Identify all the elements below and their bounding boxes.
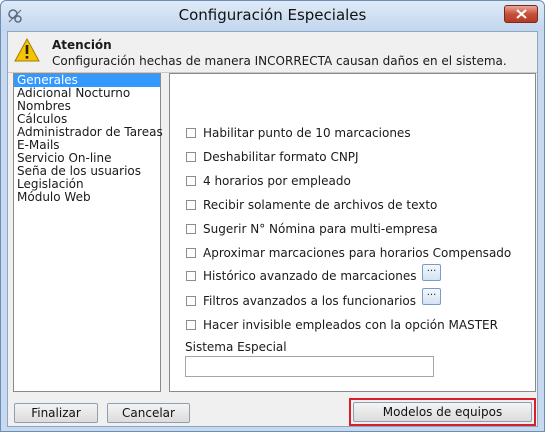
close-button[interactable] (504, 5, 538, 23)
option-sugerir-nomina[interactable]: Sugerir N° Nómina para multi-empresa (186, 221, 438, 237)
checkbox[interactable] (186, 152, 196, 162)
checkbox[interactable] (186, 224, 196, 234)
option-label: Filtros avanzados a los funcionarios (203, 294, 417, 308)
option-label: Sugerir N° Nómina para multi-empresa (203, 222, 438, 236)
option-label: Histórico avanzado de marcaciones (203, 269, 417, 283)
option-label: 4 horarios por empleado (203, 174, 351, 188)
option-label: Deshabilitar formato CNPJ (203, 150, 359, 164)
sistema-especial-label: Sistema Especial (185, 340, 287, 354)
option-label: Recibir solamente de archivos de texto (203, 198, 438, 212)
sistema-especial-input[interactable] (185, 356, 434, 377)
option-filtros-avanzados[interactable]: Filtros avanzados a los funcionarios (186, 293, 416, 309)
category-item-modulo-web[interactable]: Módulo Web (14, 191, 160, 204)
cancel-button[interactable]: Cancelar (107, 403, 190, 423)
option-deshabilitar-cnpj[interactable]: Deshabilitar formato CNPJ (186, 149, 359, 165)
checkbox[interactable] (186, 176, 196, 186)
finalize-button[interactable]: Finalizar (14, 403, 98, 423)
title-bar[interactable]: Configuración Especiales (1, 1, 544, 31)
checkbox[interactable] (186, 320, 196, 330)
option-label: Habilitar punto de 10 marcaciones (203, 126, 411, 140)
filtros-options-button[interactable]: ... (422, 288, 441, 305)
option-aproximar-marcaciones[interactable]: Aproximar marcaciones para horarios Comp… (186, 245, 511, 261)
category-list[interactable]: Generales Adicional Nocturno Nombres Cál… (13, 73, 163, 392)
warning-icon (14, 37, 40, 65)
checkbox[interactable] (186, 296, 196, 306)
checkbox[interactable] (186, 248, 196, 258)
option-4-horarios[interactable]: 4 horarios por empleado (186, 173, 351, 189)
option-label: Aproximar marcaciones para horarios Comp… (203, 246, 512, 260)
dialog-window: Configuración Especiales Atención Config… (0, 0, 545, 432)
close-icon (516, 9, 527, 19)
option-historico-avanzado[interactable]: Histórico avanzado de marcaciones (186, 268, 417, 284)
warning-title: Atención (52, 38, 112, 52)
dialog-content: Atención Configuración hechas de manera … (7, 31, 538, 427)
option-recibir-archivos-texto[interactable]: Recibir solamente de archivos de texto (186, 197, 437, 213)
option-habilitar-10-marcaciones[interactable]: Habilitar punto de 10 marcaciones (186, 125, 411, 141)
checkbox[interactable] (186, 128, 196, 138)
window-title: Configuración Especiales (178, 6, 367, 24)
settings-panel: Habilitar punto de 10 marcaciones Deshab… (169, 73, 536, 392)
option-label: Hacer invisible empleados con la opción … (203, 318, 498, 332)
checkbox[interactable] (186, 271, 196, 281)
models-button[interactable]: Modelos de equipos (353, 402, 532, 422)
historico-options-button[interactable]: ... (422, 264, 441, 281)
checkbox[interactable] (186, 200, 196, 210)
option-invisible-master[interactable]: Hacer invisible empleados con la opción … (186, 317, 498, 333)
warning-message: Configuración hechas de manera INCORRECT… (52, 54, 507, 68)
